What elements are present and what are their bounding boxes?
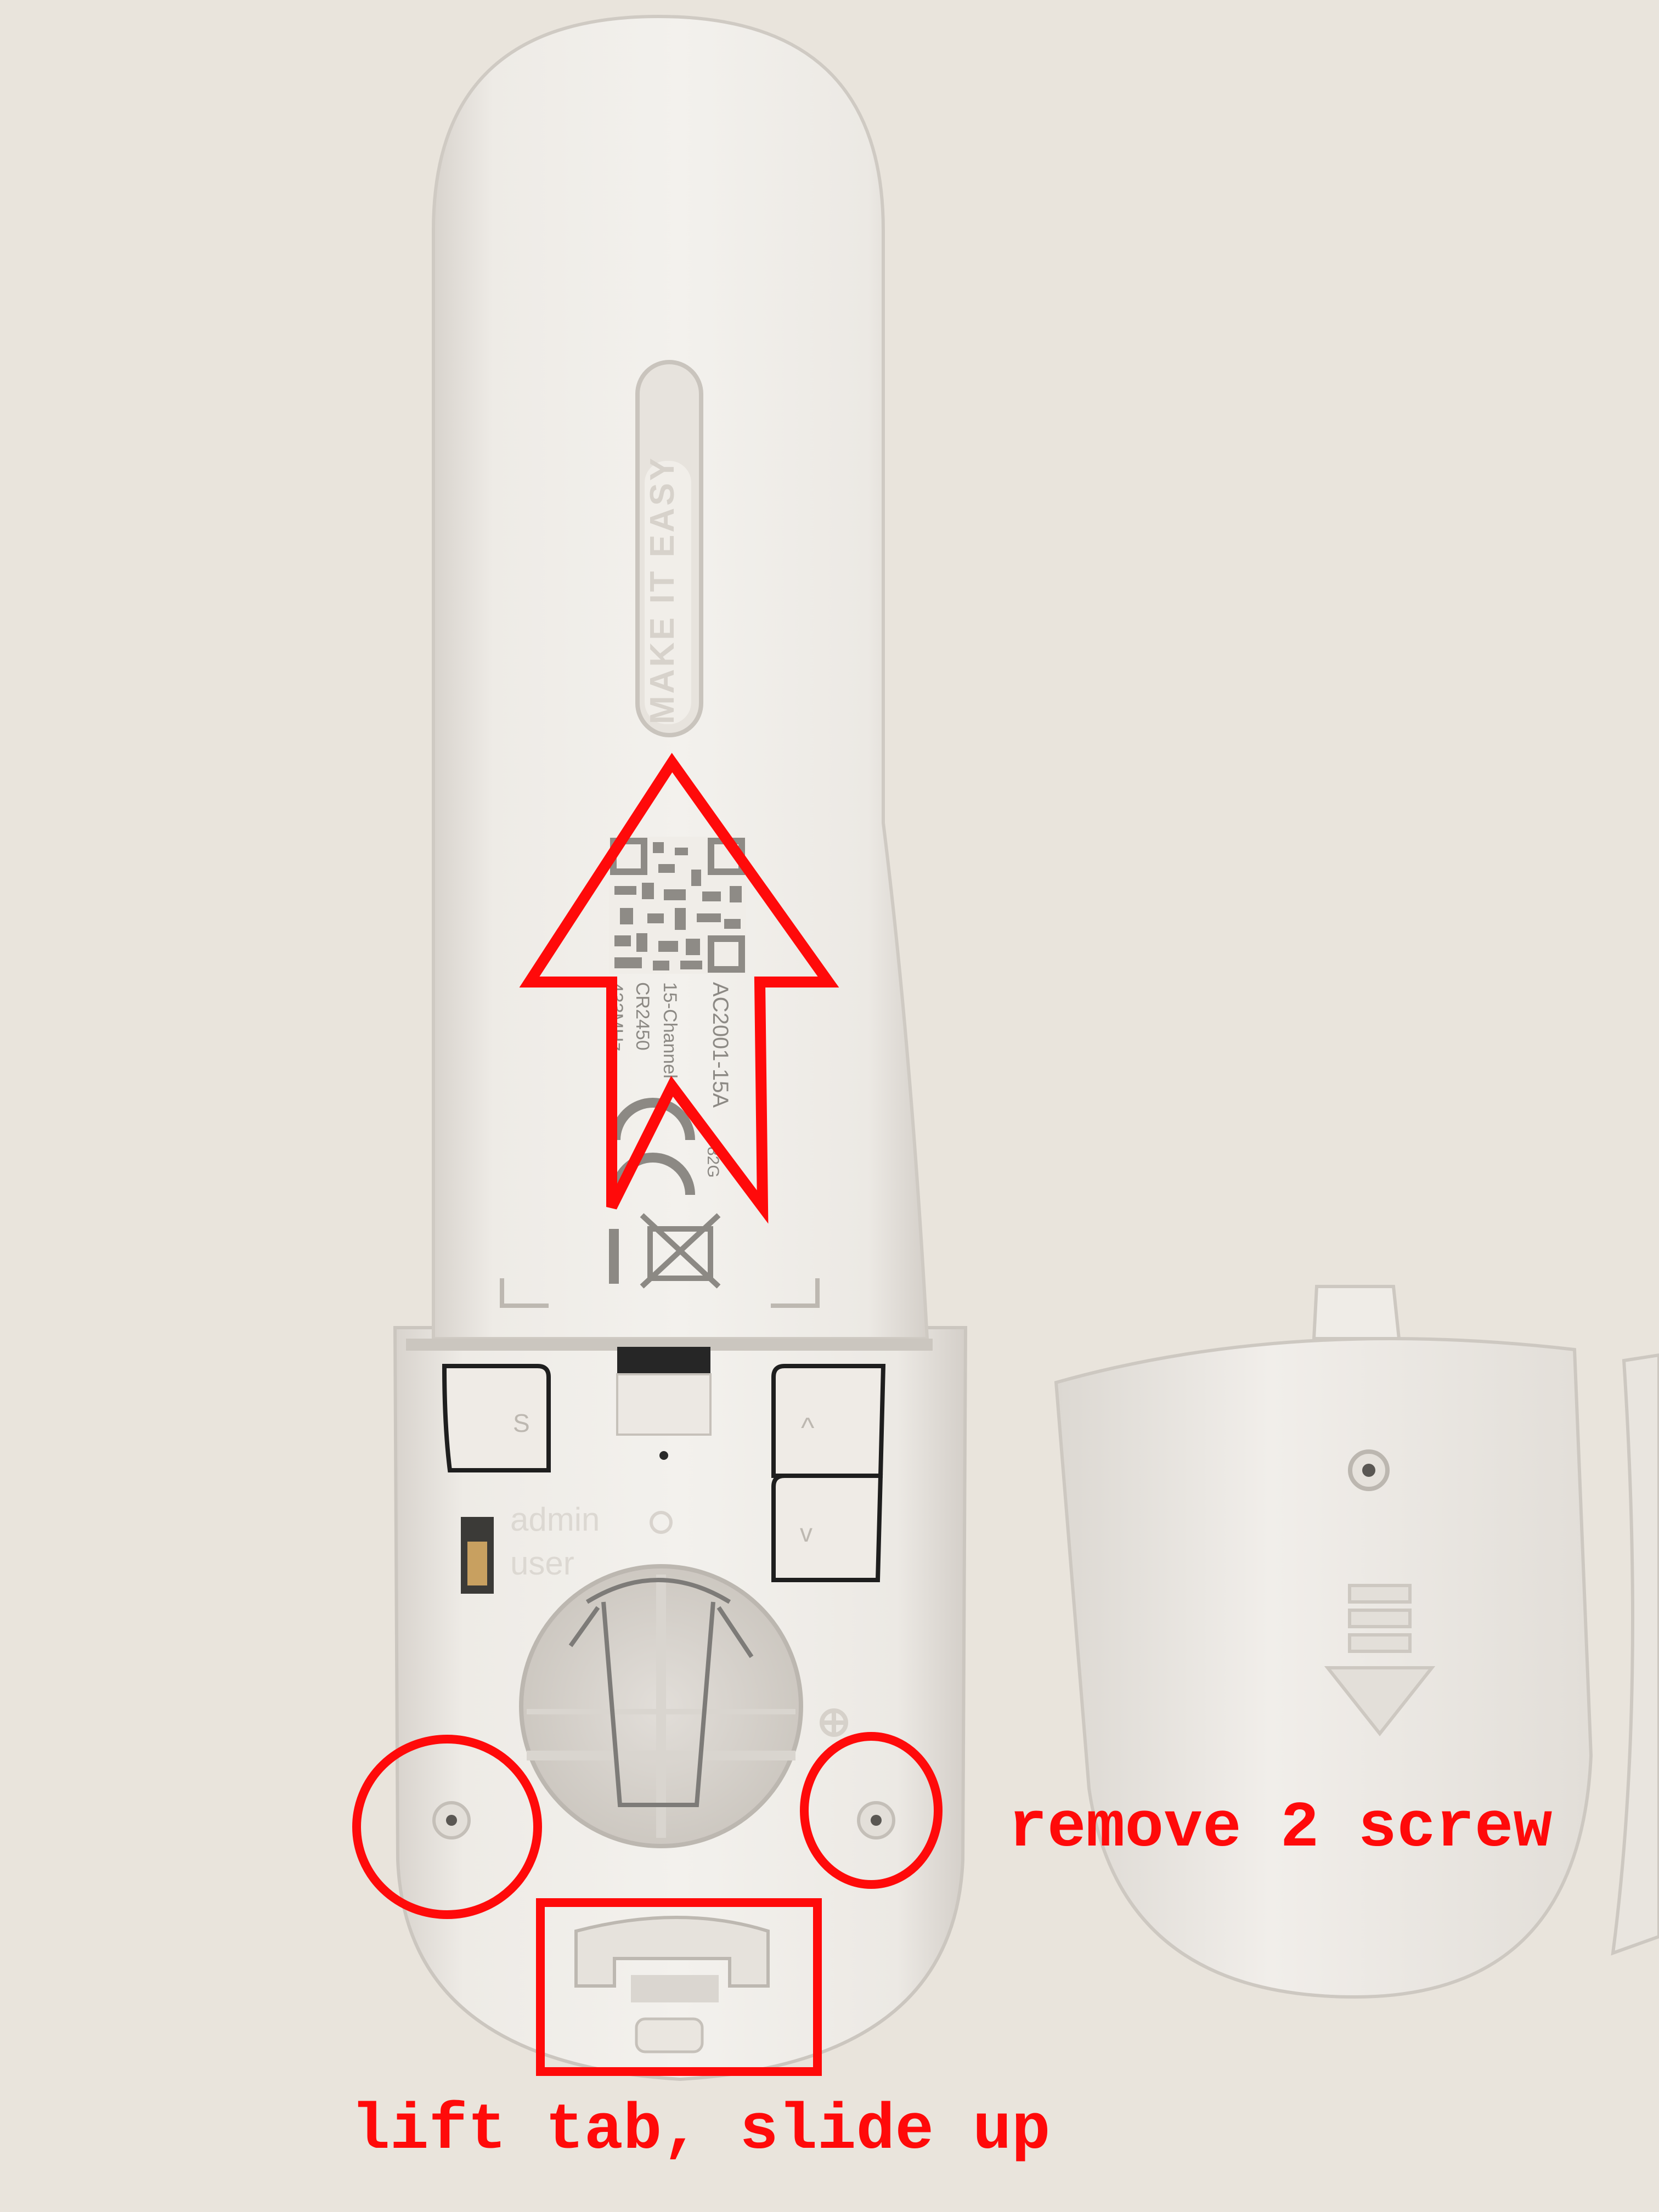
annotation-screws-text: remove 2 screw (1008, 1792, 1553, 1865)
up-button-label: ^ (801, 1412, 815, 1444)
switch-label-admin: admin (510, 1501, 600, 1538)
stop-button[interactable]: S (442, 1364, 551, 1472)
plus-mark-icon (820, 1708, 848, 1737)
screw-hole-left (432, 1801, 471, 1839)
photo-scene: MAKE IT EASY AC2001-15A 15-Channel CR245… (0, 0, 1659, 2212)
qr-code (609, 837, 746, 974)
admin-user-switch[interactable] (461, 1517, 494, 1594)
down-button-label: v (800, 1519, 812, 1547)
slider-text: MAKE IT EASY (644, 456, 681, 724)
stop-button-label: S (513, 1409, 530, 1437)
down-button[interactable]: v (771, 1474, 883, 1582)
annotation-tab-text: lift tab, slide up (351, 2095, 1051, 2168)
screw-hole-right (857, 1801, 895, 1839)
switch-label-user: user (510, 1545, 574, 1582)
label-model: AC2001-15A (708, 982, 732, 1108)
label-battery: CR2450 (632, 982, 653, 1051)
label-channels: 15-Channel (659, 982, 680, 1079)
up-button[interactable]: ^ (771, 1364, 886, 1478)
